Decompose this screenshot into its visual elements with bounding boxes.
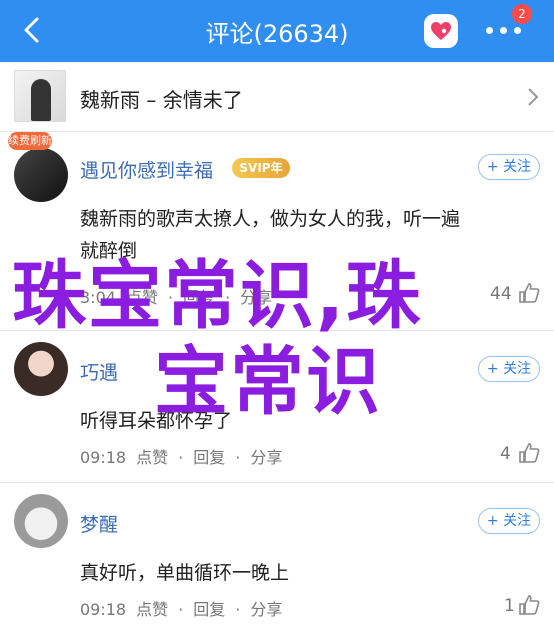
reply-link[interactable]: 回复 [193, 600, 225, 619]
username[interactable]: 遇见你感到幸福 [80, 156, 213, 183]
share-link[interactable]: 分享 [250, 448, 282, 467]
username[interactable]: 梦醒 [80, 510, 118, 537]
svip-badge: SVIP年 [232, 158, 290, 178]
reply-link[interactable]: 回复 [193, 448, 225, 467]
comment-meta: 09:18 点赞 · 回复 · 分享 [80, 600, 283, 619]
like-action-link[interactable]: 点赞 [136, 448, 168, 467]
like-count: 1 [504, 596, 515, 616]
more-options-icon[interactable] [486, 27, 526, 37]
comment-time: 09:18 [80, 448, 127, 467]
watermark-line-2: 宝常识 [154, 339, 382, 425]
like-count: 4 [500, 444, 511, 464]
avatar[interactable] [14, 148, 68, 202]
thumbs-up-icon[interactable] [518, 282, 540, 304]
username[interactable]: 巧遇 [80, 358, 118, 385]
like-action-link[interactable]: 点赞 [136, 600, 168, 619]
comment-text: 真好听，单曲循环一晚上 [80, 562, 290, 584]
notification-badge: 2 [512, 4, 532, 24]
favorite-button[interactable] [424, 14, 458, 48]
avatar[interactable] [14, 342, 68, 396]
page-title: 评论(26634) [205, 20, 349, 48]
song-cover-image [14, 70, 66, 122]
heart-icon [431, 22, 451, 40]
comment-text: 魏新雨的歌声太撩人，做为女人的我，听一遍 [80, 208, 461, 230]
thumbs-up-icon[interactable] [518, 594, 540, 616]
like-count: 44 [490, 284, 512, 304]
thumbs-up-icon[interactable] [518, 442, 540, 464]
vip-renew-badge: 续费刷新 [8, 132, 52, 150]
follow-button[interactable]: + 关注 [478, 508, 540, 534]
comment-time: 09:18 [80, 600, 127, 619]
comment-item: 梦醒 + 关注 真好听，单曲循环一晚上 09:18 点赞 · 回复 · 分享 1 [0, 482, 554, 635]
song-row[interactable]: 魏新雨 – 余情未了 [0, 62, 554, 132]
follow-button[interactable]: + 关注 [478, 154, 540, 180]
share-link[interactable]: 分享 [250, 600, 282, 619]
top-bar: 评论(26634) 2 [0, 0, 554, 62]
comment-meta: 09:18 点赞 · 回复 · 分享 [80, 448, 283, 467]
follow-button[interactable]: + 关注 [478, 356, 540, 382]
song-title: 魏新雨 – 余情未了 [80, 88, 243, 112]
avatar[interactable] [14, 494, 68, 548]
chevron-right-icon [528, 88, 539, 106]
